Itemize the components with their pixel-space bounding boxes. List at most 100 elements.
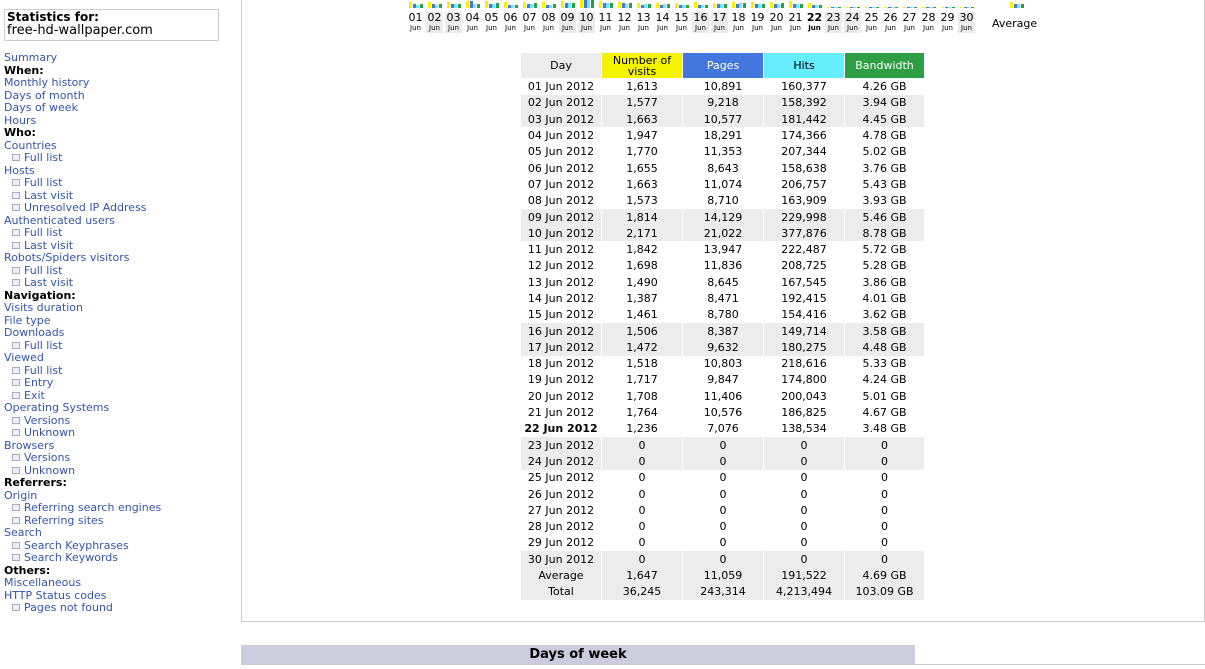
cell-visits: 1,655: [601, 159, 683, 177]
site-name: free-hd-wallpaper.com: [7, 23, 153, 38]
cell-pages: 10,577: [682, 111, 764, 128]
cell-bandwidth: 4.48 GB: [844, 339, 925, 356]
day-number: 02: [427, 11, 442, 24]
cell-visits: 0: [601, 551, 683, 568]
list-icon: [12, 341, 20, 349]
cell-bandwidth: 0: [844, 502, 925, 519]
total-label: Total: [520, 583, 602, 600]
day-month: Jun: [847, 24, 858, 32]
average-bar-bandwidth: [1020, 4, 1024, 8]
day-number: 12: [617, 11, 632, 24]
menu-visits-duration-label: Visits duration: [4, 301, 83, 314]
day-month: Jun: [771, 24, 782, 32]
day-number: 08: [541, 11, 556, 24]
list-icon: [12, 466, 20, 474]
cell-hits: 0: [763, 453, 845, 470]
day-bar-bandwidth: [970, 7, 974, 8]
menu-hosts-unresolved-ip-label: Unresolved IP Address: [24, 201, 147, 214]
cell-day: 27 Jun 2012: [520, 502, 602, 519]
table-row: 03 Jun 2012 1,663 10,577 181,442 4.45 GB: [520, 111, 925, 128]
cell-day: 01 Jun 2012: [520, 78, 602, 95]
day-bar-bandwidth: [438, 4, 442, 8]
menu-section-others-label: Others:: [4, 563, 51, 577]
cell-visits: 1,708: [601, 388, 683, 405]
day-bar-bandwidth: [628, 3, 632, 8]
menu-days-of-week[interactable]: Days of week: [4, 101, 230, 115]
cell-day: 05 Jun 2012: [520, 143, 602, 160]
menu-section-navigation-label: Navigation:: [4, 288, 76, 302]
day-axis-cell: 20 Jun: [768, 12, 785, 33]
day-number: 24: [845, 11, 860, 24]
list-icon: [12, 154, 20, 161]
menu-os-unknown-label: Unknown: [24, 426, 76, 439]
table-row: 01 Jun 2012 1,613 10,891 160,377 4.26 GB: [520, 78, 925, 95]
cell-bandwidth: 0: [844, 469, 925, 486]
cell-day: 02 Jun 2012: [520, 94, 602, 112]
day-number: 04: [465, 11, 480, 24]
cell-visits: 0: [601, 534, 683, 552]
day-number: 17: [712, 11, 727, 24]
cell-hits: 200,043: [763, 388, 845, 405]
day-bar-bandwidth: [552, 4, 556, 8]
cell-pages: 10,803: [682, 355, 764, 372]
cell-day: 09 Jun 2012: [520, 208, 602, 226]
cell-visits: 1,387: [601, 290, 683, 307]
average-visits: 1,647: [601, 567, 683, 584]
day-bar-bandwidth: [609, 3, 613, 8]
cell-pages: 8,645: [682, 274, 764, 291]
cell-bandwidth: 8.78 GB: [844, 225, 925, 242]
day-number: 20: [769, 11, 784, 24]
day-axis-cell: 12 Jun: [616, 12, 633, 33]
menu-operating-systems-label: Operating Systems: [4, 401, 110, 414]
day-month: Jun: [581, 24, 592, 32]
day-number: 29: [940, 11, 955, 24]
day-axis-cell: 18 Jun: [730, 12, 747, 33]
menu-countries-full-list[interactable]: Full list: [4, 151, 230, 165]
list-icon: [12, 554, 20, 561]
table-row: 08 Jun 2012 1,573 8,710 163,909 3.93 GB: [520, 192, 925, 209]
day-number: 16: [693, 11, 708, 24]
cell-bandwidth: 0: [844, 551, 925, 568]
cell-visits: 1,236: [601, 420, 683, 438]
cell-hits: 163,909: [763, 192, 845, 209]
cell-bandwidth: 5.72 GB: [844, 241, 925, 258]
day-bar-bandwidth: [913, 7, 917, 8]
cell-hits: 0: [763, 534, 845, 552]
menu-hours[interactable]: Hours: [4, 114, 230, 128]
cell-day: 08 Jun 2012: [520, 192, 602, 209]
table-row: 07 Jun 2012 1,663 11,074 206,757 5.43 GB: [520, 176, 925, 193]
table-row: 17 Jun 2012 1,472 9,632 180,275 4.48 GB: [520, 339, 925, 356]
cell-day: 14 Jun 2012: [520, 290, 602, 307]
list-icon: [12, 191, 20, 199]
day-axis-cell: 29 Jun: [939, 12, 956, 33]
cell-visits: 1,663: [601, 111, 683, 128]
cell-visits: 1,506: [601, 322, 683, 340]
sidebar: Statistics for: free-hd-wallpaper.com Su…: [0, 0, 230, 669]
day-month: Jun: [885, 24, 896, 32]
day-axis-cell: 01 Jun: [407, 12, 424, 33]
day-bar-bandwidth: [533, 3, 537, 8]
day-number: 11: [598, 11, 613, 24]
day-number: 23: [826, 11, 841, 24]
day-bar-bandwidth: [723, 4, 727, 8]
cell-hits: 207,344: [763, 143, 845, 160]
cell-bandwidth: 3.76 GB: [844, 159, 925, 177]
day-bar-bandwidth: [951, 7, 955, 8]
cell-pages: 0: [682, 469, 764, 486]
menu-robots-full-list-label: Full list: [24, 263, 63, 277]
day-bar-bandwidth: [571, 3, 575, 8]
table-row: 23 Jun 2012 0 0 0 0: [520, 437, 925, 454]
menu-countries-full-list-label: Full list: [24, 151, 63, 164]
list-icon: [12, 379, 20, 386]
menu-browsers-versions-label: Versions: [24, 451, 71, 464]
menu-auth-last-visit-label: Last visit: [24, 238, 74, 252]
menu-viewed-entry-label: Entry: [24, 376, 54, 389]
menu-http-status-codes-label: HTTP Status codes: [4, 588, 107, 602]
menu-pages-not-found[interactable]: Pages not found: [4, 601, 230, 615]
average-hits: 191,522: [763, 567, 845, 584]
day-bar-bandwidth: [704, 5, 708, 8]
cell-visits: 1,663: [601, 176, 683, 193]
cell-day: 22 Jun 2012: [520, 420, 602, 438]
table-row: 29 Jun 2012 0 0 0 0: [520, 534, 925, 552]
col-header-hits: Hits: [763, 52, 845, 79]
